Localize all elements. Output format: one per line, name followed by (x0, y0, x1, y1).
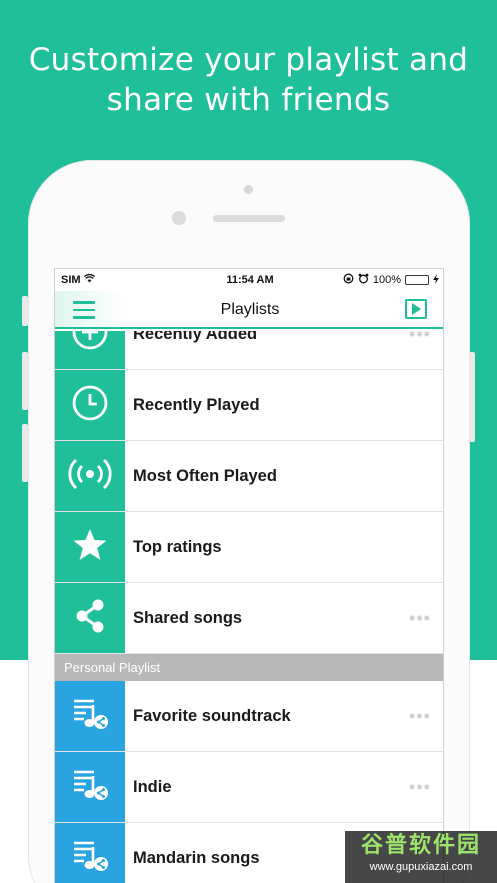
list-item-label: Favorite soundtrack (133, 706, 291, 725)
status-bar: SIM 11:54 AM 100% (55, 269, 443, 291)
broadcast-icon (67, 457, 113, 496)
headline: Customize your playlist and share with f… (0, 40, 497, 120)
list-item[interactable]: Top ratings (55, 512, 443, 583)
list-item-label: Recently Played (133, 395, 260, 414)
battery-percent: 100% (372, 274, 401, 286)
plus-circle-icon (71, 331, 109, 356)
app-screen: SIM 11:54 AM 100% Playlists Recently Add… (54, 268, 444, 883)
alarm-icon (358, 273, 369, 287)
watermark-url: www.gupuxiazai.com (369, 861, 473, 873)
tile-personal (55, 681, 125, 751)
tile-top-ratings (55, 512, 125, 582)
watermark: 谷普软件园 www.gupuxiazai.com (345, 831, 497, 883)
list-item[interactable]: Most Often Played (55, 441, 443, 512)
tile-recently-added (55, 331, 125, 369)
share-icon (72, 598, 108, 639)
list-item[interactable]: Indie ••• (55, 752, 443, 823)
phone-sensor (244, 185, 253, 194)
tile-most-often-played (55, 441, 125, 511)
phone-speaker (213, 215, 285, 222)
playlist-share-icon (70, 695, 110, 738)
star-icon (72, 527, 108, 568)
tile-personal (55, 752, 125, 822)
charging-icon (433, 273, 439, 287)
tile-shared-songs (55, 583, 125, 653)
list-item-label: Shared songs (133, 608, 243, 627)
more-icon[interactable]: ••• (405, 778, 435, 796)
playlist-share-icon (70, 837, 110, 880)
clock-icon (71, 384, 109, 427)
list-item[interactable]: Shared songs ••• (55, 583, 443, 654)
phone-side-button (22, 424, 28, 482)
playlist-share-icon (70, 766, 110, 809)
watermark-title: 谷普软件园 (360, 832, 481, 857)
page-title: Playlists (220, 301, 280, 318)
navigation-bar: Playlists (55, 291, 443, 329)
playlist-list[interactable]: Recently Added ••• Recently Played Most … (55, 331, 443, 883)
phone-side-button (469, 352, 475, 442)
list-item-label: Top ratings (133, 537, 222, 556)
phone-side-button (22, 296, 28, 326)
tile-recently-played (55, 370, 125, 440)
more-icon[interactable]: ••• (405, 609, 435, 627)
section-header: Personal Playlist (55, 654, 443, 681)
play-icon[interactable] (405, 299, 427, 319)
phone-front-camera (172, 211, 186, 225)
list-item[interactable]: Favorite soundtrack ••• (55, 681, 443, 752)
headline-line-1: Customize your playlist and (28, 42, 469, 78)
rotation-lock-icon (343, 273, 354, 287)
tile-personal (55, 823, 125, 883)
list-item-label: Recently Added (133, 331, 258, 343)
battery-icon (405, 275, 429, 285)
phone-side-button (22, 352, 28, 410)
status-right: 100% (343, 273, 439, 287)
list-item[interactable]: Recently Played (55, 370, 443, 441)
list-item-label: Indie (133, 777, 172, 796)
list-item[interactable]: Recently Added ••• (55, 331, 443, 370)
more-icon[interactable]: ••• (405, 707, 435, 725)
more-icon[interactable]: ••• (405, 331, 435, 343)
list-item-label: Most Often Played (133, 466, 277, 485)
headline-line-2: share with friends (106, 82, 391, 118)
